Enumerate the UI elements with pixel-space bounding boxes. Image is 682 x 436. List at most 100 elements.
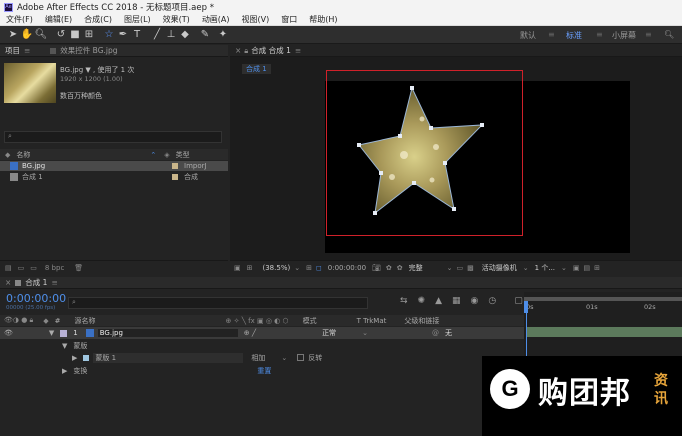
project-item-row[interactable]: 合成 1 合成 bbox=[0, 172, 228, 182]
work-area-bar[interactable] bbox=[524, 297, 682, 301]
mask-row[interactable]: ▶ 蒙版 1 相加 ⌄ 反转 bbox=[0, 352, 524, 363]
menu-item[interactable]: 编辑(E) bbox=[39, 14, 78, 25]
brush-tool-icon[interactable]: ╱ bbox=[150, 29, 164, 40]
invert-checkbox[interactable] bbox=[297, 354, 305, 361]
project-item-row[interactable]: BG.jpg ImporJ bbox=[0, 161, 228, 171]
zoom-tool-icon[interactable]: 🔍︎ bbox=[34, 29, 48, 40]
region-of-interest-icon[interactable]: ▭ bbox=[457, 264, 464, 272]
layer-name[interactable]: BG.jpg bbox=[97, 329, 238, 337]
watermark-tag-1: 资 bbox=[654, 373, 668, 389]
search-help-icon[interactable]: 🔍︎ bbox=[664, 30, 674, 39]
layer-duration-bar[interactable] bbox=[527, 327, 682, 337]
tab-project[interactable]: 项目 ≡ bbox=[0, 45, 35, 57]
new-folder-icon[interactable]: ▭ bbox=[18, 264, 25, 272]
tab-effect-controls[interactable]: 效果控件 BG.jpg bbox=[45, 45, 122, 57]
eraser-tool-icon[interactable]: ◆ bbox=[178, 29, 192, 40]
interpret-footage-icon[interactable]: ▤ bbox=[5, 264, 12, 272]
layer-row[interactable]: 👁︎ ▼ 1 BG.jpg ⊕ ╱ 正常 ⌄ @ 无 bbox=[0, 327, 524, 339]
expand-arrow-icon[interactable]: ▼ bbox=[62, 342, 67, 350]
tab-timeline-comp[interactable]: × 合成 1 ≡ bbox=[0, 277, 63, 289]
selection-tool-icon[interactable]: ➤ bbox=[6, 29, 20, 40]
reset-link[interactable]: 重置 bbox=[257, 366, 271, 376]
workspace-standard[interactable]: 标准 bbox=[566, 30, 582, 41]
mask-visibility-icon[interactable]: ◻ bbox=[316, 264, 322, 272]
star-mask-shape[interactable] bbox=[348, 85, 488, 220]
pen-tool-icon[interactable]: ✒ bbox=[116, 29, 130, 40]
menu-item[interactable]: 效果(T) bbox=[157, 14, 196, 25]
hand-tool-icon[interactable]: ✋ bbox=[20, 29, 34, 40]
visibility-icon[interactable]: 👁︎ bbox=[4, 329, 13, 337]
mask-mode[interactable]: 相加 bbox=[251, 353, 281, 363]
frame-blending-icon[interactable]: ▦ bbox=[452, 296, 461, 306]
show-channel-icon[interactable]: ✿ bbox=[386, 264, 392, 272]
label-color-swatch[interactable] bbox=[60, 329, 68, 337]
menu-item[interactable]: 视图(V) bbox=[236, 14, 276, 25]
flowchart-icon[interactable]: ⊞ bbox=[594, 264, 600, 272]
color-icon[interactable]: ✿ bbox=[397, 264, 403, 272]
fast-preview-icon[interactable]: ▣ bbox=[573, 264, 580, 272]
layer-switches-icons[interactable]: ⊕ ╱ bbox=[244, 329, 256, 337]
column-parent[interactable]: 父级和链接 bbox=[404, 316, 439, 326]
delete-icon[interactable]: 🗑︎ bbox=[74, 264, 83, 272]
timeline-icon[interactable]: ▤ bbox=[584, 264, 591, 272]
zoom-level[interactable]: (38.5%) bbox=[263, 264, 291, 272]
star-tool-icon[interactable]: ☆ bbox=[102, 29, 116, 40]
shy-layers-icon[interactable]: ▲ bbox=[435, 296, 442, 306]
new-composition-icon[interactable]: ▭ bbox=[30, 264, 37, 272]
comp-mini-flowchart-icon[interactable]: ⇆ bbox=[400, 296, 408, 306]
label-color-swatch[interactable] bbox=[172, 174, 178, 180]
layer-parent[interactable]: 无 bbox=[445, 328, 452, 338]
grid-icon[interactable]: ⊞ bbox=[306, 264, 312, 272]
clone-stamp-tool-icon[interactable]: ⊥ bbox=[164, 29, 178, 40]
draft-3d-icon[interactable]: ✺ bbox=[418, 296, 426, 306]
menu-item[interactable]: 帮助(H) bbox=[303, 14, 343, 25]
column-source-name[interactable]: 源名称 bbox=[75, 316, 96, 326]
expand-arrow-icon[interactable]: ▶ bbox=[62, 367, 67, 375]
roto-brush-tool-icon[interactable]: ✎ bbox=[198, 29, 212, 40]
snapshot-icon[interactable]: 📷︎ bbox=[372, 264, 381, 272]
timeline-current-time[interactable]: 0:00:00:00 bbox=[6, 292, 66, 305]
expand-arrow-icon[interactable]: ▶ bbox=[72, 354, 77, 362]
motion-blur-icon[interactable]: ◉ bbox=[471, 296, 479, 306]
graph-icon[interactable]: ▢ bbox=[514, 296, 523, 306]
graph-editor-icon[interactable]: ◷ bbox=[488, 296, 496, 306]
column-mode[interactable]: 模式 bbox=[303, 316, 317, 326]
workspace-default[interactable]: 默认 bbox=[520, 30, 536, 41]
menu-item[interactable]: 窗口 bbox=[275, 14, 303, 25]
puppet-tool-icon[interactable]: ✦ bbox=[216, 29, 230, 40]
quality-select[interactable]: 完整 bbox=[409, 263, 423, 273]
layer-mode[interactable]: 正常 bbox=[322, 328, 362, 338]
rotate-tool-icon[interactable]: ↺ bbox=[54, 29, 68, 40]
transparency-grid-icon[interactable]: ▩ bbox=[467, 264, 474, 272]
views-select[interactable]: 1 个... bbox=[535, 263, 555, 273]
project-search-input[interactable]: ⌕ bbox=[4, 131, 222, 143]
workspace-small-screen[interactable]: 小屏幕 bbox=[612, 30, 636, 41]
resolution-icon[interactable]: ⊞ bbox=[247, 264, 253, 272]
transform-row[interactable]: ▶ 变换 重置 bbox=[0, 365, 524, 376]
breadcrumb[interactable]: 合成 1 bbox=[242, 64, 271, 74]
menu-item[interactable]: 图层(L) bbox=[118, 14, 157, 25]
sort-icon[interactable]: ⌃ bbox=[150, 151, 156, 159]
menu-item[interactable]: 合成(C) bbox=[78, 14, 118, 25]
camera-select[interactable]: 活动摄像机 bbox=[482, 263, 517, 273]
pan-behind-tool-icon[interactable]: ⊞ bbox=[82, 29, 96, 40]
expand-arrow-icon[interactable]: ▼ bbox=[49, 329, 54, 337]
type-tool-icon[interactable]: T bbox=[130, 29, 144, 40]
mask-name[interactable]: 蒙版 1 bbox=[93, 352, 244, 363]
masks-group-row[interactable]: ▼ 蒙版 bbox=[0, 340, 524, 351]
current-time[interactable]: 0:00:00:00 bbox=[328, 264, 366, 272]
menu-item[interactable]: 动画(A) bbox=[196, 14, 236, 25]
mask-color-swatch[interactable] bbox=[83, 354, 90, 361]
playhead[interactable] bbox=[524, 301, 528, 313]
camera-tool-icon[interactable]: ■ bbox=[68, 29, 82, 40]
menu-item[interactable]: 文件(F) bbox=[0, 14, 39, 25]
parent-pickwhip-icon[interactable]: @ bbox=[432, 329, 439, 337]
column-type[interactable]: 类型 bbox=[176, 150, 190, 160]
column-trkmat[interactable]: T TrkMat bbox=[357, 317, 387, 325]
column-name[interactable]: 名称 bbox=[16, 150, 30, 160]
timeline-search-input[interactable]: ⌕ bbox=[68, 297, 368, 309]
always-preview-icon[interactable]: ▣ bbox=[234, 264, 241, 272]
label-color-swatch[interactable] bbox=[172, 163, 178, 169]
tab-composition[interactable]: × 🔒︎ 合成 合成 1 ≡ bbox=[230, 45, 306, 57]
bit-depth[interactable]: 8 bpc bbox=[45, 264, 64, 272]
